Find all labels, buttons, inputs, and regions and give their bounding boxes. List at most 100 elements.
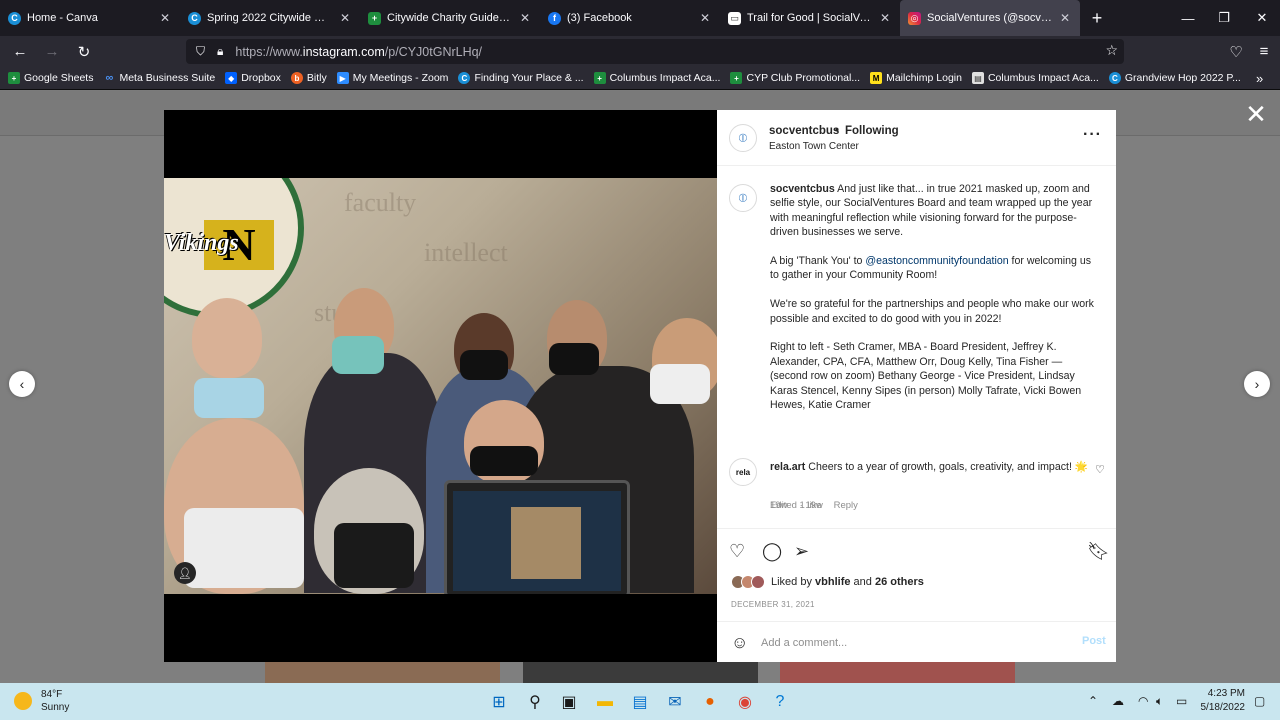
start-windows-icon[interactable]: ⊞ [487,690,511,714]
new-tab-button[interactable]: + [1080,0,1114,36]
tab-citywide-charity-guide[interactable]: + Citywide Charity Guide 2022 - G ✕ [360,0,540,36]
next-post-chevron-icon[interactable]: › [1244,371,1270,397]
like-heart-icon[interactable]: ♡ [729,541,745,562]
post-username[interactable]: socventcbus [769,125,839,137]
sheets-icon: + [8,72,20,84]
wifi-icon[interactable]: ◠ [1138,694,1148,708]
help-icon[interactable]: ? [768,690,792,714]
url-bar[interactable]: ⛉ 🔒︎ https://www.instagram.com/p/CYJ0tGN… [186,39,1124,64]
post-date: DECEMBER 31, 2021 [731,600,815,609]
avatar[interactable]: ⦶ [729,184,757,212]
outlook-icon[interactable]: ✉ [663,690,687,714]
clock-date[interactable]: 5/18/2022 [1196,702,1246,713]
weather-temperature[interactable]: 84°F [41,689,62,700]
liked-by-user[interactable]: vbhlife [815,576,850,588]
save-bookmark-icon[interactable]: 🔖︎ [1087,541,1110,562]
reply-button[interactable]: Reply [834,500,858,511]
bookmark-bitly[interactable]: b Bitly [290,72,327,84]
bookmark-finding-your-place[interactable]: C Finding Your Place & ... [458,72,584,84]
socialventures-icon: ▭ [728,11,741,25]
comment-username[interactable]: rela.art [770,461,805,473]
volume-icon[interactable]: 🔈︎ [1156,694,1163,709]
tracking-shield-icon[interactable]: ⛉ [196,44,205,59]
more-bookmarks-chevron-icon[interactable]: » [1256,71,1263,86]
close-modal-icon[interactable]: ✕ [1242,100,1270,128]
file-explorer-icon[interactable]: ▬ [593,690,617,714]
mention-link[interactable]: @eastoncommunityfoundation [865,255,1008,267]
sun-icon[interactable] [14,692,32,710]
post-location[interactable]: Easton Town Center [769,141,859,152]
minimize-icon[interactable]: — [1170,0,1206,36]
post-caption: socventcbus And just like that... in tru… [770,183,1094,412]
comment-age: 19w [770,500,788,511]
emoji-smile-icon[interactable]: ☺ [731,633,748,653]
user-tag-icon[interactable]: 👤︎ [174,562,196,584]
comment-text: rela.art Cheers to a year of growth, goa… [770,461,1089,473]
bookmark-star-icon[interactable]: ☆ [1105,42,1118,59]
post-photo[interactable]: faculty intellect study N Vikings 👤︎ [164,178,717,594]
tab-spring-charity-guide[interactable]: C Spring 2022 Citywide Charity Gu ✕ [180,0,360,36]
close-tab-icon[interactable]: ✕ [878,11,892,25]
back-arrow-icon[interactable]: ← [6,38,34,66]
weather-condition[interactable]: Sunny [41,702,69,713]
caption-username[interactable]: socventcbus [770,183,835,195]
avatar [751,575,765,589]
forward-arrow-icon[interactable]: → [38,38,66,66]
bookmark-zoom[interactable]: ▶ My Meetings - Zoom [336,72,448,84]
tab-home-canva[interactable]: C Home - Canva ✕ [0,0,180,36]
more-options-icon[interactable]: ··· [1083,126,1102,144]
lock-icon[interactable]: 🔒︎ [217,44,223,59]
share-paper-plane-icon[interactable]: ➢ [794,541,809,562]
bookmark-columbus-impact-2[interactable]: ▤ Columbus Impact Aca... [971,72,1099,84]
bookmark-mailchimp[interactable]: M Mailchimp Login [870,72,962,84]
liked-by: Liked by vbhlife and 26 others [731,575,924,589]
reload-icon[interactable]: ↻ [70,38,98,66]
onedrive-cloud-icon[interactable]: ☁ [1112,694,1124,708]
search-icon[interactable]: ⚲ [523,690,547,714]
bookmark-columbus-impact-1[interactable]: + Columbus Impact Aca... [593,72,720,84]
notifications-icon[interactable]: ▢ [1254,694,1265,708]
comment-bubble-icon[interactable]: ◯ [762,541,782,562]
task-view-icon[interactable]: ▣ [557,690,581,714]
restore-icon[interactable]: ❐ [1206,0,1242,36]
notepad-icon[interactable]: ▤ [628,690,652,714]
avatar[interactable]: rela [729,458,757,486]
menu-icon[interactable]: ≡ [1250,38,1278,66]
bookmark-cyp-club[interactable]: + CYP Club Promotional... [730,72,860,84]
comment-input[interactable] [761,633,1061,653]
comment-likes[interactable]: 1 like [799,500,821,511]
avatar[interactable]: ⦶ [729,124,757,152]
bookmark-dropbox[interactable]: ◆ Dropbox [225,72,281,84]
tab-facebook[interactable]: f (3) Facebook ✕ [540,0,720,36]
url-text[interactable]: https://www.instagram.com/p/CYJ0tGNrLHq/ [235,45,482,59]
dropbox-icon: ◆ [225,72,238,84]
tab-trail-for-good[interactable]: ▭ Trail for Good | SocialVentures ✕ [720,0,900,36]
clock-time[interactable]: 4:23 PM [1203,688,1245,699]
tray-chevron-up-icon[interactable]: ⌃ [1088,694,1098,708]
window-close-icon[interactable]: ✕ [1244,0,1280,36]
pocket-icon[interactable]: ♡ [1222,38,1250,66]
close-tab-icon[interactable]: ✕ [338,11,352,25]
close-tab-icon[interactable]: ✕ [518,11,532,25]
bookmark-google-sheets[interactable]: + Google Sheets [8,72,93,84]
close-tab-icon[interactable]: ✕ [698,11,712,25]
previous-post-chevron-icon[interactable]: ‹ [9,371,35,397]
zoom-icon: ▶ [336,72,349,84]
liked-by-others[interactable]: 26 others [875,576,924,588]
post-comment-button[interactable]: Post [1082,635,1106,647]
chrome-icon[interactable]: ◉ [733,690,757,714]
firefox-icon[interactable]: ● [698,690,722,714]
bookmark-meta-business-suite[interactable]: ∞ Meta Business Suite [103,72,216,84]
comment-like-heart-icon[interactable]: ♡ [1095,463,1105,476]
sheets-icon: + [730,72,743,84]
following-button[interactable]: Following [845,125,899,137]
battery-icon[interactable]: ▭ [1176,694,1187,708]
close-tab-icon[interactable]: ✕ [158,11,172,25]
tab-socialventures-instagram[interactable]: ◎ SocialVentures (@socventcbus) ✕ [900,0,1080,36]
bitly-icon: b [290,72,303,84]
post-actions: ♡ ◯ ➢ 🔖︎ Liked by vbhlife and 26 others … [717,528,1116,662]
bookmark-grandview-hop[interactable]: C Grandview Hop 2022 P... [1108,72,1241,84]
sheets-icon: + [368,11,381,25]
close-tab-icon[interactable]: ✕ [1058,11,1072,25]
post-media: faculty intellect study N Vikings 👤︎ [164,110,717,662]
